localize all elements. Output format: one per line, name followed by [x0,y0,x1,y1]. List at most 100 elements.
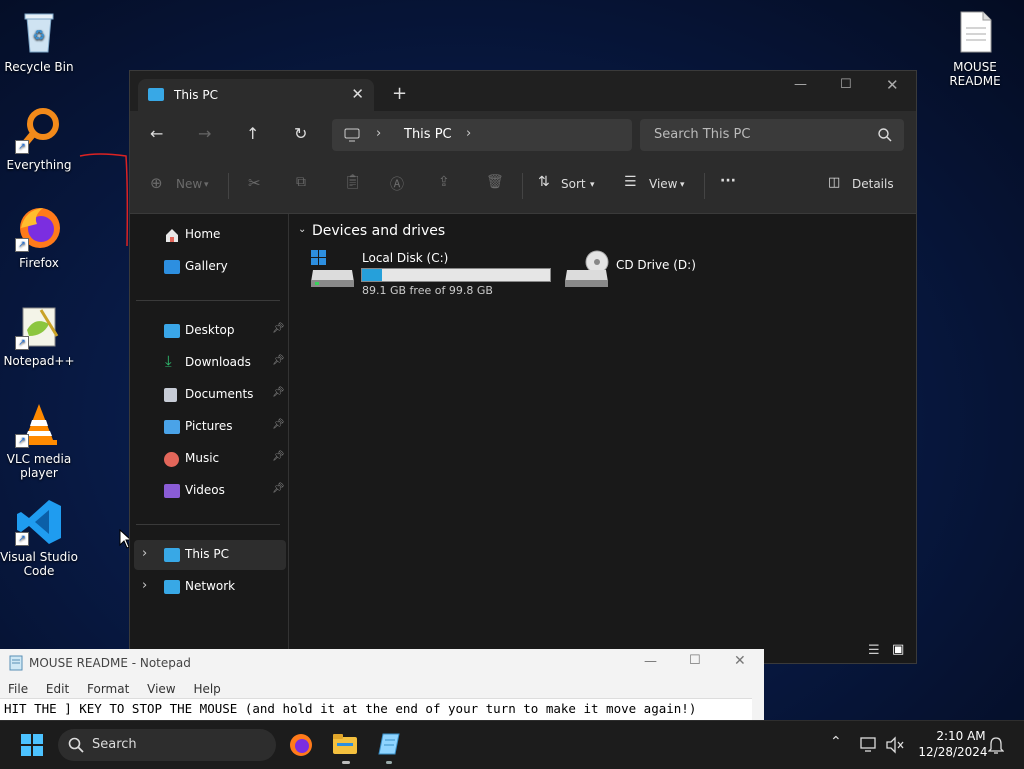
firefox-taskbar-icon[interactable] [289,733,313,757]
clock-time[interactable]: 2:10 AM [934,729,988,743]
copy-icon[interactable]: ⧉ [296,174,306,190]
tab-this-pc[interactable]: This PC ✕ [138,79,374,111]
drive-cd-d[interactable]: CD Drive (D:) [564,248,724,296]
menu-file[interactable]: File [8,682,28,696]
shortcut-arrow-icon: ↗ [15,532,29,546]
desktop-icon-notepadpp[interactable]: ↗ Notepad++ [0,302,78,368]
volume-muted-icon[interactable] [885,736,905,754]
menu-format[interactable]: Format [87,682,129,696]
desktop-icon-recycle-bin[interactable]: ♻ Recycle Bin [0,8,78,74]
drive-usage-fill [362,269,383,281]
desktop-icon-everything[interactable]: ↗ Everything [0,106,78,172]
desktop-icon-vscode[interactable]: ↗ Visual Studio Code [0,498,78,578]
notepad-icon [9,655,23,671]
share-icon[interactable]: ⇪ [438,174,450,190]
navigation-pane: Home Gallery Desktop 📌︎ ⤓ Downloads 📌︎ D… [130,214,289,662]
notepad-text-area[interactable]: HIT THE ] KEY TO STOP THE MOUSE (and hol… [0,698,752,721]
red-ink-stroke [79,153,129,247]
file-explorer-taskbar-icon[interactable] [333,733,357,755]
chevron-down-icon: ▾ [590,180,595,190]
collapse-chevron-icon[interactable]: ⌄ [298,224,306,235]
breadcrumb-this-pc[interactable]: This PC [404,127,452,142]
pin-icon[interactable]: 📌︎ [272,355,285,366]
desktop-icon-mouse-readme[interactable]: MOUSE README [936,8,1014,88]
view-icon[interactable]: ☰ [624,174,637,190]
sidebar-item-music[interactable]: Music 📌︎ [134,444,286,474]
show-hidden-icons-icon[interactable]: ⌃ [830,734,842,750]
search-box[interactable]: Search This PC [640,119,904,151]
desktop-icon-vlc[interactable]: ↗ VLC media player [0,400,78,480]
desktop-icon-label: MOUSE README [949,60,1001,88]
desktop-folder-icon [164,324,180,338]
menu-edit[interactable]: Edit [46,682,69,696]
sidebar-item-videos[interactable]: Videos 📌︎ [134,476,286,506]
new-tab-button[interactable]: + [392,83,407,104]
taskbar-search-box[interactable]: Search [58,729,276,761]
details-pane-icon[interactable]: ◫ [828,175,840,190]
pin-icon[interactable]: 📌︎ [272,451,285,462]
more-options-button[interactable]: ··· [720,173,736,189]
back-arrow-icon[interactable]: ← [150,124,163,143]
maximize-icon[interactable]: ☐ [840,77,852,92]
sidebar-item-downloads[interactable]: ⤓ Downloads 📌︎ [134,348,286,378]
drive-local-disk-c[interactable]: Local Disk (C:) 89.1 GB free of 99.8 GB [310,248,558,297]
documents-icon [164,388,177,402]
desktop-icon-label: Visual Studio Code [0,550,78,578]
desktop-icon-firefox[interactable]: ↗ Firefox [0,204,78,270]
divider [136,524,280,525]
sidebar-item-network[interactable]: › Network [134,572,286,602]
close-icon[interactable]: ✕ [734,653,746,669]
up-arrow-icon[interactable]: ↑ [246,124,259,143]
pin-icon[interactable]: 📌︎ [272,419,285,430]
minimize-icon[interactable]: — [794,77,807,92]
sidebar-item-gallery[interactable]: Gallery [134,252,286,282]
address-bar[interactable]: › This PC › [332,119,632,151]
sidebar-item-pictures[interactable]: Pictures 📌︎ [134,412,286,442]
chevron-down-icon: ▾ [680,180,685,190]
sidebar-item-home[interactable]: Home [134,220,286,250]
network-status-icon[interactable] [860,736,880,754]
sort-icon[interactable]: ⇅ [538,174,550,190]
sidebar-item-documents[interactable]: Documents 📌︎ [134,380,286,410]
cut-icon[interactable]: ✂ [248,174,261,192]
close-icon[interactable]: ✕ [886,76,899,94]
maximize-icon[interactable]: ☐ [689,653,701,668]
view-button[interactable]: View [649,177,677,191]
chevron-right-icon[interactable]: › [142,546,147,561]
shortcut-arrow-icon: ↗ [15,238,29,252]
vscode-icon: ↗ [15,498,63,546]
sidebar-item-this-pc[interactable]: › This PC [134,540,286,570]
notification-bell-icon[interactable] [988,736,1004,754]
menu-help[interactable]: Help [193,682,220,696]
details-view-icon[interactable]: ☰ [868,643,880,658]
menu-view[interactable]: View [147,682,175,696]
new-button[interactable]: New [176,177,202,191]
clock-date[interactable]: 12/28/2024 [918,745,988,759]
pin-icon[interactable]: 📌︎ [272,323,285,334]
tiles-view-icon[interactable]: ▣ [892,642,904,657]
search-placeholder: Search This PC [654,127,751,142]
section-header-devices[interactable]: Devices and drives [312,223,445,239]
cd-drive-icon [565,250,609,287]
breadcrumb-chevron-icon[interactable]: › [466,126,471,141]
running-indicator [386,761,392,764]
pin-icon[interactable]: 📌︎ [272,483,285,494]
minimize-icon[interactable]: — [644,654,657,669]
close-tab-icon[interactable]: ✕ [351,85,364,103]
pin-icon[interactable]: 📌︎ [272,387,285,398]
home-icon [166,229,178,242]
sidebar-item-desktop[interactable]: Desktop 📌︎ [134,316,286,346]
paste-icon[interactable]: 📋︎ [344,174,362,190]
details-button[interactable]: Details [852,177,894,191]
notepad-title: MOUSE README - Notepad [29,656,191,670]
chevron-right-icon[interactable]: › [142,578,147,593]
refresh-icon[interactable]: ↻ [294,124,307,143]
rename-icon[interactable]: Ⓐ [390,174,404,194]
new-plus-icon[interactable]: ⊕ [150,174,163,192]
forward-arrow-icon[interactable]: → [198,124,211,143]
sort-button[interactable]: Sort [561,177,586,191]
notepad-taskbar-icon[interactable] [377,732,401,756]
windows-start-icon[interactable] [21,734,43,756]
delete-icon[interactable]: 🗑︎ [486,174,504,190]
svg-text:♻: ♻ [33,28,46,44]
